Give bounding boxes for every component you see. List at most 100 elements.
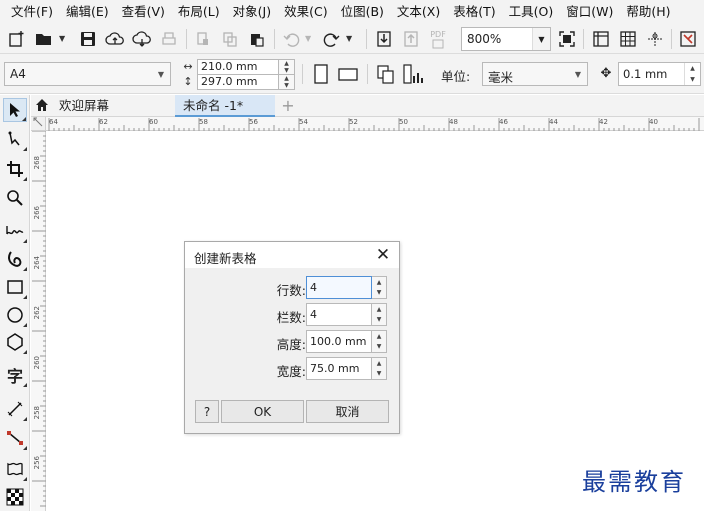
page-width-spinner[interactable]: ▲ ▼ [279,59,295,75]
ellipse-tool-icon[interactable] [3,303,27,327]
tab-welcome-screen[interactable]: 欢迎屏幕 [53,95,175,117]
cancel-button[interactable]: 取消 [306,400,389,423]
flyout-indicator-icon [23,477,27,481]
undo-dropdown-icon[interactable]: ▼ [305,34,313,44]
toolbar-separator [302,64,303,84]
crop-tool-icon[interactable] [3,157,27,181]
show-grid-icon[interactable] [616,27,640,51]
menu-window[interactable]: 窗口(W) [561,0,618,24]
pick-tool-icon[interactable] [3,98,27,122]
close-icon[interactable]: ✕ [373,245,393,265]
document-tab-bar: 欢迎屏幕 未命名 -1* + [31,95,704,117]
cloud-upload-icon[interactable] [103,27,127,51]
toolbox: 字 [0,95,30,511]
page-height-field[interactable]: 297.0 mm [197,74,279,90]
width-row: 宽度: 75.0 mm ▲ ▼ [185,357,399,381]
dialog-titlebar[interactable]: 创建新表格 ✕ [185,242,399,268]
unit-dropdown-icon[interactable]: ▼ [569,63,587,85]
rows-input[interactable]: 4 [306,276,372,299]
menu-effects[interactable]: 效果(C) [279,0,332,24]
menu-bitmaps[interactable]: 位图(B) [336,0,389,24]
columns-spinner[interactable]: ▲ ▼ [372,303,387,326]
undo-icon[interactable] [279,27,303,51]
columns-input[interactable]: 4 [306,303,372,326]
save-icon[interactable] [76,27,100,51]
tab-untitled-document[interactable]: 未命名 -1* [175,95,275,117]
page-size-dropdown-icon[interactable]: ▼ [152,63,170,85]
home-icon[interactable] [34,98,50,114]
show-guidelines-icon[interactable] [643,27,667,51]
toolbar-separator [583,29,584,49]
current-page-icon[interactable] [401,62,425,86]
landscape-button[interactable] [336,62,360,86]
vertical-ruler[interactable]: 268 266 264 262 260 258 256 [31,131,46,511]
horizontal-ruler[interactable]: 64 62 60 58 56 54 52 50 48 46 44 42 40 [46,117,704,131]
menu-help[interactable]: 帮助(H) [621,0,675,24]
height-label: 高度: [276,337,306,352]
rectangle-tool-icon[interactable] [3,275,27,299]
rows-spinner[interactable]: ▲ ▼ [372,276,387,299]
menu-text[interactable]: 文本(X) [392,0,445,24]
parallel-dimension-tool-icon[interactable] [3,397,27,421]
freehand-tool-icon[interactable] [3,219,27,243]
open-folder-icon[interactable] [32,27,56,51]
full-screen-icon[interactable] [555,27,579,51]
text-tool-icon[interactable]: 字 [3,363,27,387]
connector-tool-icon[interactable] [3,426,27,450]
flyout-indicator-icon [23,417,27,421]
redo-dropdown-icon[interactable]: ▼ [346,34,354,44]
flyout-indicator-icon [23,383,27,387]
import-icon[interactable] [372,27,396,51]
cut-icon[interactable] [191,27,215,51]
all-pages-icon[interactable] [374,62,398,86]
cloud-download-icon[interactable] [130,27,154,51]
flyout-indicator-icon [22,117,26,121]
page-size-combo[interactable]: A4 ▼ [4,62,171,86]
copy-icon[interactable] [218,27,242,51]
zoom-tool-icon[interactable] [3,186,27,210]
open-dropdown-icon[interactable]: ▼ [59,34,67,44]
add-tab-icon[interactable]: + [279,97,297,115]
ruler-origin[interactable] [31,117,46,131]
shape-tool-icon[interactable] [3,127,27,151]
menu-layout[interactable]: 布局(L) [173,0,225,24]
menu-edit[interactable]: 编辑(E) [61,0,114,24]
transparency-tool-icon[interactable] [3,485,27,509]
columns-row: 栏数: 4 ▲ ▼ [185,303,399,327]
redo-icon[interactable] [320,27,344,51]
menu-object[interactable]: 对象(J) [228,0,276,24]
ruler-ticks [48,118,700,131]
export-icon[interactable] [399,27,423,51]
nudge-distance-spinner[interactable]: ▲ ▼ [684,63,700,85]
zoom-level-combo[interactable]: 800% ▼ [461,27,551,51]
publish-pdf-icon[interactable]: PDF [426,27,450,51]
width-input[interactable]: 75.0 mm [306,357,372,380]
height-spinner[interactable]: ▲ ▼ [372,330,387,353]
snap-to-icon[interactable] [676,27,700,51]
envelope-tool-icon[interactable] [3,457,27,481]
polygon-tool-icon[interactable] [3,330,27,354]
flyout-indicator-icon [23,323,27,327]
menu-tools[interactable]: 工具(O) [504,0,559,24]
height-input[interactable]: 100.0 mm [306,330,372,353]
artistic-media-tool-icon[interactable] [3,247,27,271]
toolbar-separator [186,29,187,49]
menu-file[interactable]: 文件(F) [6,0,58,24]
help-button[interactable]: ? [195,400,219,423]
portrait-button[interactable] [309,62,333,86]
width-spinner[interactable]: ▲ ▼ [372,357,387,380]
page-height-spinner[interactable]: ▲ ▼ [279,74,295,90]
show-rulers-icon[interactable] [589,27,613,51]
dialog-title: 创建新表格 [194,251,257,266]
menu-view[interactable]: 查看(V) [117,0,170,24]
ok-button[interactable]: OK [221,400,304,423]
flyout-indicator-icon [23,267,27,271]
unit-combo[interactable]: 毫米 ▼ [482,62,588,86]
zoom-dropdown-icon[interactable]: ▼ [532,28,550,50]
print-icon[interactable] [157,27,181,51]
nudge-distance-field[interactable]: 0.1 mm ▲ ▼ [618,62,701,86]
menu-table[interactable]: 表格(T) [448,0,500,24]
page-width-field[interactable]: 210.0 mm [197,59,279,75]
new-document-icon[interactable] [5,27,29,51]
paste-icon[interactable] [245,27,269,51]
